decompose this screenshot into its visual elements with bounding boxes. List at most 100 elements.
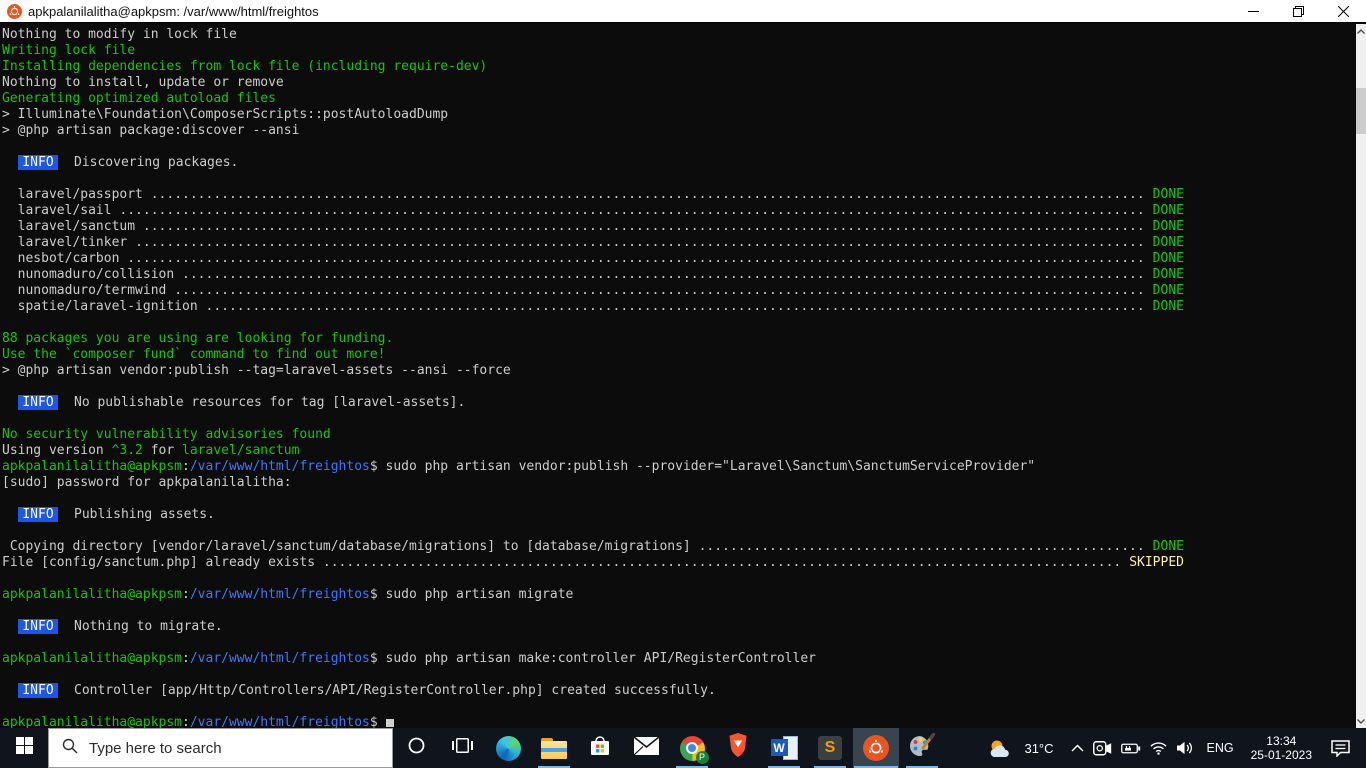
terminal-scrollbar[interactable] <box>1356 24 1366 728</box>
text-segment: Controller [app/Http/Controllers/API/Reg… <box>58 683 716 698</box>
dot-leader: ........................................… <box>182 267 1145 282</box>
start-button[interactable] <box>0 728 48 768</box>
text-segment: Using version <box>2 443 112 458</box>
terminal-line: INFO Publishing assets. <box>2 507 1356 523</box>
text-segment: apkpalanilalitha@apkpsm <box>2 459 183 474</box>
dot-leader: ........................................… <box>322 555 1122 570</box>
search-placeholder: Type here to search <box>89 739 222 757</box>
terminal-line: apkpalanilalitha@apkpsm:/var/www/html/fr… <box>2 459 1356 475</box>
dot-leader: ........................................… <box>698 539 1145 554</box>
microsoft-store-icon <box>588 734 612 763</box>
restore-button[interactable] <box>1276 0 1321 22</box>
text-segment: Nothing to install, update or remove <box>2 75 284 90</box>
terminal-line: > @php artisan package:discover --ansi <box>2 123 1356 139</box>
text-segment: DONE <box>1144 299 1184 314</box>
text-segment: spatie/laravel-ignition <box>2 299 206 314</box>
text-segment: $ <box>369 651 378 666</box>
text-segment: DONE <box>1144 251 1184 266</box>
minimize-button[interactable] <box>1231 0 1276 22</box>
terminal-line: INFO No publishable resources for tag [l… <box>2 395 1356 411</box>
edge-icon <box>495 735 521 761</box>
date-label: 25-01-2023 <box>1250 748 1312 762</box>
clock[interactable]: 13:34 25-01-2023 <box>1247 734 1316 762</box>
text-segment: Generating optimized autoload files <box>2 91 276 106</box>
text-segment: nesbot/carbon <box>2 251 128 266</box>
dot-leader: ........................................… <box>135 235 1145 250</box>
text-segment: Use the `composer fund` command to find … <box>2 347 386 362</box>
task-view-button[interactable] <box>439 728 485 768</box>
text-segment: DONE <box>1144 235 1184 250</box>
terminal-line: 88 packages you are using are looking fo… <box>2 331 1356 347</box>
text-segment: /var/www/html/freightos <box>189 459 370 474</box>
text-segment: No security vulnerability advisories fou… <box>2 427 331 442</box>
text-segment: laravel/sail <box>2 203 120 218</box>
text-segment: Publishing assets. <box>58 507 215 522</box>
terminal-line: Generating optimized autoload files <box>2 91 1356 107</box>
terminal-cursor <box>385 719 394 727</box>
language-indicator[interactable]: ENG <box>1203 741 1238 755</box>
text-segment <box>2 619 18 634</box>
text-segment: No publishable resources for tag [larave… <box>58 395 466 410</box>
taskbar-word-button[interactable]: W <box>761 728 807 768</box>
paint-palette-icon <box>909 732 936 763</box>
text-segment: Installing dependencies from lock file (… <box>2 59 488 74</box>
dot-leader: ........................................… <box>205 299 1145 314</box>
terminal-line: File [config/sanctum.php] already exists… <box>2 555 1184 571</box>
terminal-line: Installing dependencies from lock file (… <box>2 59 1356 75</box>
word-icon: W <box>770 736 798 760</box>
text-segment: laravel/passport <box>2 187 151 202</box>
wifi-icon[interactable] <box>1150 741 1167 755</box>
chevron-up-icon[interactable] <box>1070 744 1084 752</box>
terminal-line: > Illuminate\Foundation\ComposerScripts:… <box>2 107 1356 123</box>
taskbar-sublime-button[interactable]: S <box>807 728 853 768</box>
taskbar-store-button[interactable] <box>577 728 623 768</box>
cortana-button[interactable] <box>393 728 439 768</box>
mail-icon <box>633 735 659 760</box>
dot-leader: ........................................… <box>127 251 1145 266</box>
taskbar-mail-button[interactable] <box>623 728 669 768</box>
text-segment: Copying directory [vendor/laravel/sanctu… <box>2 539 699 554</box>
text-segment: sudo php artisan vendor:publish --provid… <box>377 459 1036 474</box>
scroll-up-icon[interactable] <box>1356 24 1366 38</box>
temperature-label[interactable]: 31°C <box>1024 741 1053 756</box>
text-segment: nunomaduro/collision <box>2 267 183 282</box>
taskbar-file-explorer-button[interactable] <box>531 728 577 768</box>
terminal-output[interactable]: Nothing to modify in lock file Writing lo… <box>0 24 1356 730</box>
volume-icon[interactable] <box>1176 741 1194 755</box>
scroll-down-icon[interactable] <box>1356 714 1366 728</box>
close-button[interactable] <box>1321 0 1366 22</box>
text-segment: 88 packages you are using are looking fo… <box>2 331 394 346</box>
text-segment: sudo php artisan make:controller API/Reg… <box>377 651 816 666</box>
meet-now-icon[interactable] <box>1092 740 1112 756</box>
taskbar-chrome-button[interactable]: P <box>669 728 715 768</box>
battery-icon[interactable] <box>1120 743 1141 754</box>
taskbar-brave-button[interactable] <box>715 728 761 768</box>
text-segment: INFO <box>17 507 59 522</box>
weather-icon[interactable] <box>987 738 1013 759</box>
scrollbar-thumb[interactable] <box>1356 88 1366 134</box>
taskbar-search-input[interactable]: Type here to search <box>48 728 393 768</box>
terminal-line: spatie/laravel-ignition ................… <box>2 299 1184 315</box>
terminal-line: laravel/sail ...........................… <box>2 203 1184 219</box>
text-segment: DONE <box>1144 219 1184 234</box>
dot-leader: ........................................… <box>174 283 1145 298</box>
text-segment: : <box>182 587 190 602</box>
system-tray: 31°C ENG 13:34 25-01-2023 <box>987 728 1366 768</box>
window-title: apkpalanilalitha@apkpsm: /var/www/html/f… <box>28 3 319 19</box>
text-segment <box>2 507 18 522</box>
text-segment: DONE <box>1144 283 1184 298</box>
text-segment: Nothing to modify in lock file <box>2 27 237 42</box>
text-segment: Discovering packages. <box>58 155 239 170</box>
text-segment: > @php artisan package:discover --ansi <box>2 123 300 138</box>
taskbar-ubuntu-terminal-button[interactable] <box>853 728 899 768</box>
taskbar-edge-button[interactable] <box>485 728 531 768</box>
task-view-icon <box>451 737 473 759</box>
terminal-line: nunomaduro/termwind ....................… <box>2 283 1184 299</box>
terminal-line: apkpalanilalitha@apkpsm:/var/www/html/fr… <box>2 587 1356 603</box>
taskbar-paint-button[interactable] <box>899 728 945 768</box>
action-center-icon[interactable] <box>1325 739 1356 757</box>
terminal-line: laravel/sanctum ........................… <box>2 219 1184 235</box>
